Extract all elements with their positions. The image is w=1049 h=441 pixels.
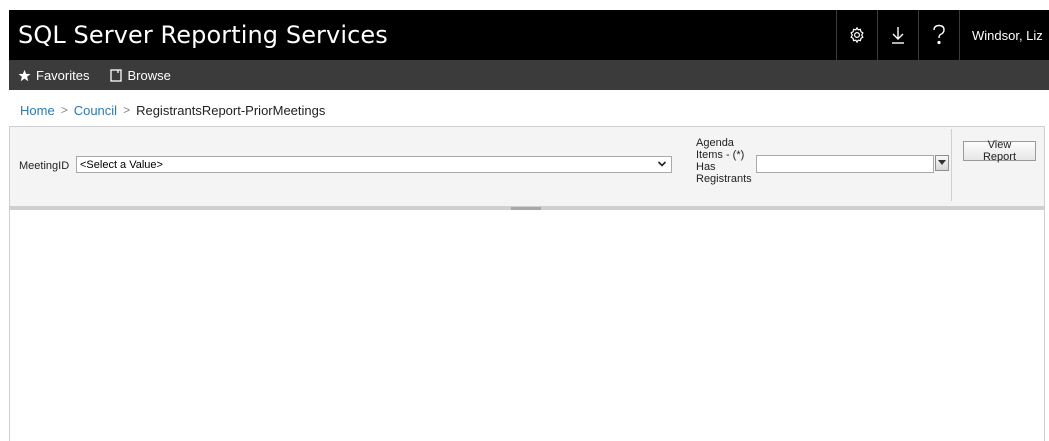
toolbar-divider [951, 129, 952, 201]
agenda-items-dropdown-button[interactable] [935, 155, 949, 171]
favorites-label: Favorites [36, 67, 90, 83]
browse-page-icon [110, 68, 123, 82]
chevron-right-icon: > [123, 103, 131, 117]
favorites-link[interactable]: Favorites [18, 68, 89, 83]
meeting-id-value: <Select a Value> [80, 158, 163, 171]
user-menu[interactable]: Windsor, Liz [959, 10, 1049, 60]
breadcrumb-home[interactable]: Home [20, 103, 55, 118]
download-button[interactable] [877, 10, 918, 60]
page-margin [0, 0, 9, 441]
browse-label: Browse [127, 67, 171, 83]
report-viewer [9, 210, 1045, 441]
app-title[interactable]: SQL Server Reporting Services [9, 21, 836, 49]
breadcrumb-council[interactable]: Council [74, 103, 117, 118]
view-report-button[interactable]: View Report [963, 139, 1036, 163]
help-button[interactable] [918, 10, 959, 60]
breadcrumb-current: RegistrantsReport-PriorMeetings [136, 102, 326, 118]
sub-navigation: Favorites Browse [9, 60, 1049, 90]
app-header: SQL Server Reporting Services Windsor, L… [9, 10, 1049, 60]
agenda-items-input[interactable] [756, 155, 934, 173]
star-icon [18, 69, 31, 81]
meeting-id-label: MeetingID [19, 160, 70, 172]
agenda-items-label: Agenda Items - (*) Has Registrants [696, 137, 752, 185]
settings-gear-icon [850, 26, 864, 44]
chevron-down-icon [657, 161, 667, 167]
browse-link[interactable]: Browse [110, 67, 171, 83]
breadcrumb: Home > Council > RegistrantsReport-Prior… [20, 100, 325, 120]
dropdown-triangle-icon [938, 160, 946, 165]
parameter-panel: MeetingID <Select a Value> Agenda Items … [9, 126, 1045, 207]
meeting-id-select[interactable]: <Select a Value> [76, 156, 672, 173]
help-question-icon [933, 24, 945, 45]
settings-button[interactable] [836, 10, 877, 60]
chevron-right-icon: > [60, 103, 68, 117]
download-arrow-icon [892, 27, 904, 44]
